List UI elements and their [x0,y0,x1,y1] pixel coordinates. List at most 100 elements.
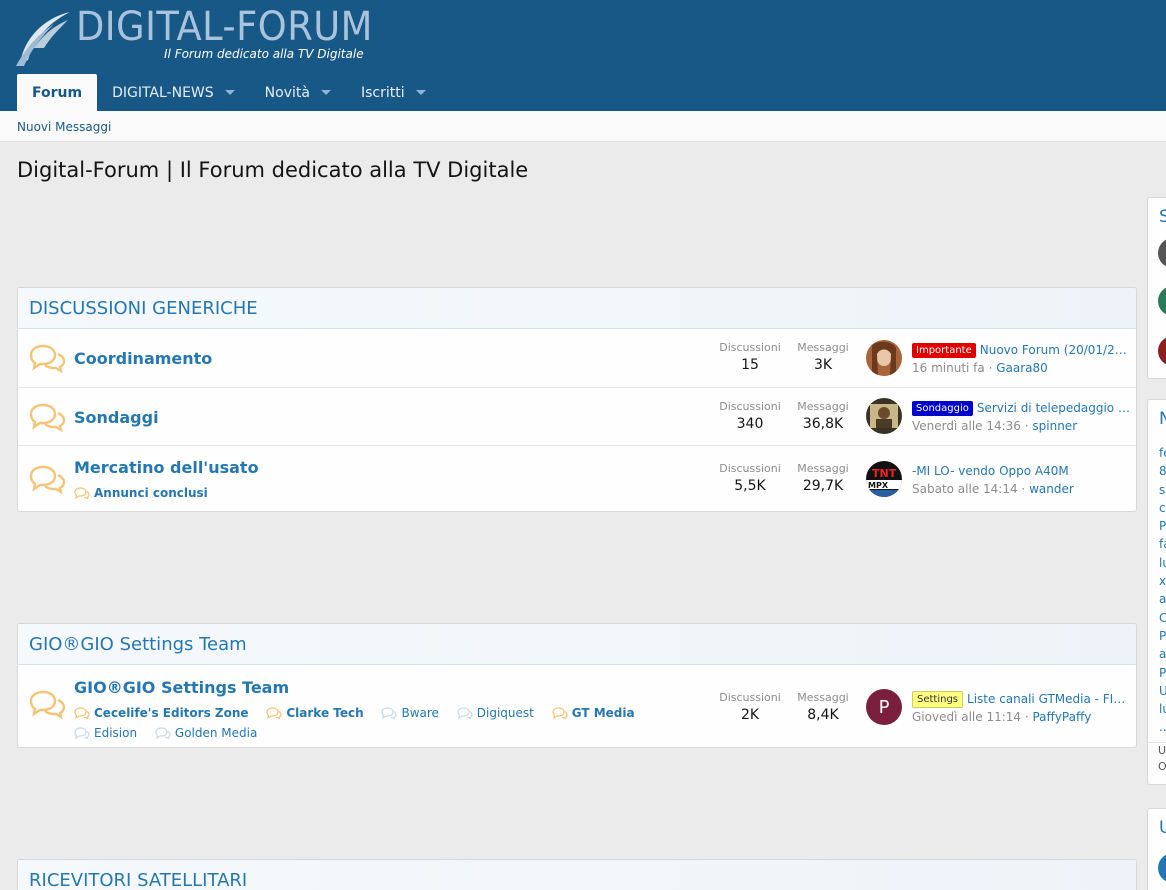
new-posts-link[interactable]: Nuovi Messaggi [17,120,111,134]
sidebar-line[interactable]: P [1159,627,1166,645]
latest-post-time[interactable]: Giovedì alle 11:14 [912,710,1021,724]
site-header: DIGITAL-FORUM Il Forum dedicato alla TV … [0,0,1166,111]
subforum-link[interactable]: Edision [74,724,137,742]
latest-post-time[interactable]: 16 minuti fa [912,361,985,375]
category-header[interactable]: RICEVITORI SATELLITARI [18,860,1136,890]
subforum-label: GT Media [571,706,635,720]
stat-label: Discussioni [719,400,781,413]
prefix-badge[interactable]: Sondaggio [912,400,973,416]
tab-forum[interactable]: Forum [17,74,98,111]
tab-digital-news[interactable]: DIGITAL-NEWS [97,74,250,111]
logo-swoosh-icon [16,12,70,66]
avatar[interactable] [1158,238,1166,268]
sidebar-line[interactable]: a [1159,645,1166,663]
latest-post-meta: 16 minuti fa · Gaara80 [912,361,1048,375]
latest-post: SondaggioServizi di telepedaggio a confr… [912,399,1132,435]
sidebar-line[interactable]: fe [1159,444,1166,462]
avatar[interactable] [1158,853,1166,883]
stat-value: 340 [736,416,764,432]
forum-chat-icon [29,465,66,494]
latest-post-user[interactable]: Gaara80 [996,361,1048,375]
sidebar-line[interactable]: U [1159,682,1166,700]
sidebar-line[interactable]: xp [1159,572,1166,590]
sidebar-line[interactable]: fa [1159,535,1166,553]
subforum-chat-icon [74,707,90,719]
sidebar-line[interactable]: a [1159,590,1166,608]
avatar[interactable] [866,340,902,376]
subforum-label: Cecelife's Editors Zone [94,706,249,720]
subforum-chat-icon [266,707,282,719]
stat-label: Messaggi [797,691,849,704]
latest-post-title[interactable]: Liste canali GTMedia - FIRMWARE [967,690,1132,708]
avatar[interactable] [866,398,902,434]
tab-label: Iscritti [360,84,405,101]
sidebar-line[interactable]: sh [1159,481,1166,499]
subforum-chat-icon [74,487,90,499]
subforum-link[interactable]: Digiquest [457,704,534,722]
chevron-down-icon[interactable] [224,90,235,95]
sidebar-block-title[interactable]: S [1159,207,1166,227]
sidebar-line[interactable]: lu [1159,700,1166,718]
latest-post-title[interactable]: Nuovo Forum (20/01/2024) [980,341,1132,359]
subforum-link[interactable]: GT Media [552,704,635,722]
latest-post-user[interactable]: wander [1029,482,1074,496]
chevron-down-icon[interactable] [415,90,426,95]
latest-post-user[interactable]: PaffyPaffy [1032,710,1091,724]
sidebar-line[interactable]: c [1159,499,1166,517]
stat-value: 5,5K [734,478,766,494]
sidebar-line[interactable]: P [1159,664,1166,682]
svg-text:TNT: TNT [872,467,897,480]
page-title: Digital-Forum | Il Forum dedicato alla T… [17,158,529,182]
stat-value: 2K [740,707,760,723]
stat-value: 36,8K [802,416,844,432]
sidebar-list: fe 8 sh c P fa lu xp a C P a P U lu ... [1159,444,1166,737]
latest-post-title-row: SondaggioServizi di telepedaggio a confr… [912,399,1132,417]
sidebar-block-title[interactable]: N [1159,409,1166,429]
sidebar-block-title[interactable]: U [1159,818,1166,838]
subforum-link[interactable]: Clarke Tech [266,704,364,722]
sidebar-line[interactable]: P [1159,517,1166,535]
latest-post-title[interactable]: Servizi di telepedaggio a confronto [977,399,1132,417]
category-header[interactable]: GIO®GIO Settings Team [18,624,1136,665]
tab-label: Novità [264,84,310,101]
latest-post-title[interactable]: -MI LO- vendo Oppo A40M [912,462,1069,480]
sidebar-line[interactable]: lu [1159,554,1166,572]
sidebar-line[interactable]: C [1159,609,1166,627]
forum-node: Sondaggi Discussioni 340 Messaggi 36,8K So… [18,388,1136,446]
subforum-link[interactable]: Golden Media [155,724,257,742]
stat-label: Messaggi [797,341,849,354]
avatar[interactable]: P [866,689,902,725]
sidebar-foot-line: U [1158,744,1166,757]
prefix-badge[interactable]: Importante [912,342,976,358]
sidebar-line[interactable]: ... [1159,718,1166,736]
avatar[interactable] [1158,286,1166,316]
stat-label: Discussioni [719,341,781,354]
latest-post: -MI LO- vendo Oppo A40M Sabato alle 14:1… [912,462,1132,498]
latest-post: Importante Nuovo Forum (20/01/2024) 16 mi… [912,341,1132,377]
subforum-link[interactable]: Annunci conclusi [74,484,208,502]
subforum-list: Annunci conclusi [74,484,704,504]
latest-post-time[interactable]: Sabato alle 14:14 [912,482,1018,496]
subforum-chat-icon [381,707,398,719]
logo-subtitle: Il Forum dedicato alla TV Digitale [164,47,364,61]
subforum-link[interactable]: Cecelife's Editors Zone [74,704,249,722]
category-header[interactable]: DISCUSSIONI GENERICHE [18,288,1136,329]
tab-iscritti[interactable]: Iscritti [346,74,441,111]
prefix-badge[interactable]: Settings [912,690,964,708]
sidebar-footer: U O [1148,742,1166,775]
latest-post-time[interactable]: Venerdì alle 14:36 [912,419,1021,433]
forum-title[interactable]: Mercatino dell'usato [74,458,259,477]
forum-title[interactable]: GIO®GIO Settings Team [74,678,289,697]
main-nav: Forum DIGITAL-NEWS Novità Iscritti [17,74,441,111]
avatar[interactable] [1158,336,1166,366]
tab-novita[interactable]: Novità [250,74,346,111]
avatar[interactable]: TNT MPX [866,461,902,497]
sidebar-line[interactable]: 8 [1159,462,1166,480]
forum-node: GIO®GIO Settings Team Cecelife's Editors… [18,665,1136,747]
latest-post-user[interactable]: spinner [1032,419,1077,433]
forum-title[interactable]: Sondaggi [74,408,159,427]
chevron-down-icon[interactable] [320,90,331,95]
site-logo[interactable]: DIGITAL-FORUM Il Forum dedicato alla TV … [14,4,372,70]
subforum-link[interactable]: Bware [381,704,439,722]
forum-title[interactable]: Coordinamento [74,349,212,368]
